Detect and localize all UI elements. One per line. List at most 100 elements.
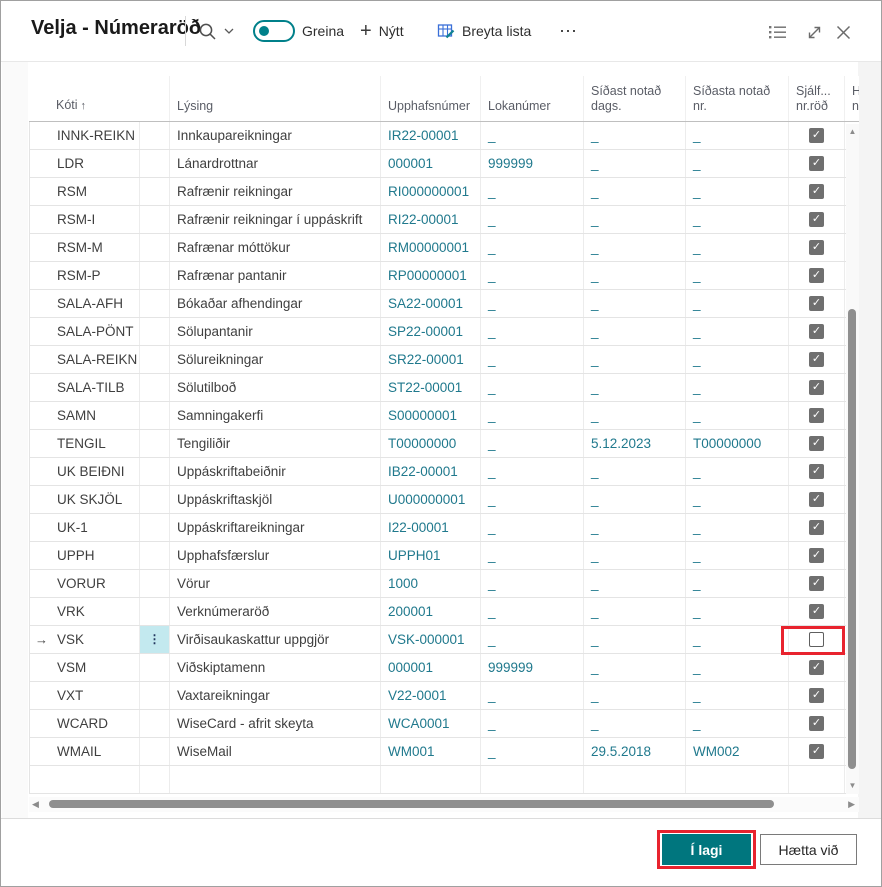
- cell-default-nos[interactable]: ✓: [789, 206, 845, 233]
- cancel-button[interactable]: Hætta við: [760, 834, 857, 865]
- cell-starting-no[interactable]: ST22-00001: [381, 374, 481, 401]
- cell-last-no-used[interactable]: _: [686, 206, 789, 233]
- cell-description[interactable]: Samningakerfi: [170, 402, 381, 429]
- table-row[interactable]: UK BEIÐNIUppáskriftabeiðnirIB22-00001___…: [29, 458, 859, 486]
- edit-list-button[interactable]: Breyta lista: [437, 1, 531, 61]
- cell-code[interactable]: SALA-PÖNT: [30, 318, 140, 345]
- cell-last-no-used[interactable]: _: [686, 542, 789, 569]
- checkbox-checked-icon[interactable]: ✓: [809, 352, 824, 367]
- cell-code[interactable]: VXT: [30, 682, 140, 709]
- cell-code[interactable]: RSM-M: [30, 234, 140, 261]
- cell-code[interactable]: [30, 766, 140, 793]
- scroll-right-icon[interactable]: ▶: [848, 798, 855, 811]
- analyze-toggle-group[interactable]: Greina: [253, 1, 344, 61]
- cell-description[interactable]: Virðisaukaskattur uppgjör: [170, 626, 381, 653]
- cell-description[interactable]: Verknúmeraröð: [170, 598, 381, 625]
- cell-default-nos[interactable]: ✓: [789, 290, 845, 317]
- table-row[interactable]: VSMViðskiptamenn000001999999__✓: [29, 654, 859, 682]
- table-row[interactable]: VORURVörur1000___✓: [29, 570, 859, 598]
- cell-description[interactable]: WiseCard - afrit skeyta: [170, 710, 381, 737]
- table-row[interactable]: WCARDWiseCard - afrit skeytaWCA0001___✓: [29, 710, 859, 738]
- checkbox-checked-icon[interactable]: ✓: [809, 520, 824, 535]
- cell-last-no-used[interactable]: _: [686, 346, 789, 373]
- cell-description[interactable]: Sölupantanir: [170, 318, 381, 345]
- cell-starting-no[interactable]: 1000: [381, 570, 481, 597]
- row-options-cell[interactable]: [140, 234, 170, 261]
- cell-last-no-used[interactable]: _: [686, 178, 789, 205]
- table-row[interactable]: VXTVaxtareikningarV22-0001___✓: [29, 682, 859, 710]
- row-options-cell[interactable]: [140, 570, 170, 597]
- cell-last-no-used[interactable]: T00000000: [686, 430, 789, 457]
- table-row[interactable]: UK SKJÖLUppáskriftaskjölU000000001___✓: [29, 486, 859, 514]
- cell-description[interactable]: Rafrænar pantanir: [170, 262, 381, 289]
- cell-starting-no[interactable]: I22-00001: [381, 514, 481, 541]
- cell-ending-no[interactable]: _: [481, 206, 584, 233]
- cell-default-nos[interactable]: ✓: [789, 318, 845, 345]
- checkbox-checked-icon[interactable]: ✓: [809, 324, 824, 339]
- cell-last-date-used[interactable]: _: [584, 346, 686, 373]
- cell-last-no-used[interactable]: _: [686, 570, 789, 597]
- cell-default-nos[interactable]: ✓: [789, 654, 845, 681]
- cell-starting-no[interactable]: UPPH01: [381, 542, 481, 569]
- checkbox-checked-icon[interactable]: ✓: [809, 184, 824, 199]
- cell-last-date-used[interactable]: _: [584, 262, 686, 289]
- row-options-cell[interactable]: [140, 346, 170, 373]
- cell-ending-no[interactable]: _: [481, 290, 584, 317]
- horizontal-scrollbar[interactable]: ◀ ▶: [29, 797, 859, 812]
- cell-default-nos[interactable]: ✓: [789, 542, 845, 569]
- cell-code[interactable]: RSM: [30, 178, 140, 205]
- row-options-cell[interactable]: [140, 738, 170, 765]
- checkbox-checked-icon[interactable]: ✓: [809, 156, 824, 171]
- checkbox-checked-icon[interactable]: ✓: [809, 240, 824, 255]
- table-row[interactable]: VSK→⋮Virðisaukaskattur uppgjörVSK-000001…: [29, 626, 859, 654]
- cell-last-date-used[interactable]: _: [584, 206, 686, 233]
- row-options-cell[interactable]: [140, 514, 170, 541]
- cell-default-nos[interactable]: ✓: [789, 682, 845, 709]
- cell-code[interactable]: WCARD: [30, 710, 140, 737]
- checkbox-checked-icon[interactable]: ✓: [809, 380, 824, 395]
- cell-description[interactable]: Sölutilboð: [170, 374, 381, 401]
- checkbox-checked-icon[interactable]: ✓: [809, 408, 824, 423]
- cell-code[interactable]: INNK-REIKN: [30, 122, 140, 149]
- cell-last-date-used[interactable]: _: [584, 598, 686, 625]
- cell-default-nos[interactable]: ✓: [789, 346, 845, 373]
- cell-last-no-used[interactable]: _: [686, 374, 789, 401]
- cell-starting-no[interactable]: WCA0001: [381, 710, 481, 737]
- cell-last-date-used[interactable]: _: [584, 150, 686, 177]
- cell-code[interactable]: VSK→: [30, 626, 140, 653]
- checkbox-checked-icon[interactable]: ✓: [809, 660, 824, 675]
- table-row[interactable]: WMAILWiseMailWM001_29.5.2018WM002✓: [29, 738, 859, 766]
- row-options-cell[interactable]: [140, 710, 170, 737]
- cell-ending-no[interactable]: _: [481, 262, 584, 289]
- cell-default-nos[interactable]: ✓: [789, 402, 845, 429]
- cell-starting-no[interactable]: RI22-00001: [381, 206, 481, 233]
- cell-last-no-used[interactable]: _: [686, 262, 789, 289]
- cell-default-nos[interactable]: ✓: [789, 514, 845, 541]
- table-row[interactable]: RSMRafrænir reikningarRI000000001___✓: [29, 178, 859, 206]
- cell-code[interactable]: UK SKJÖL: [30, 486, 140, 513]
- column-header-default-nos[interactable]: Sjálf... nr.röð: [789, 76, 845, 121]
- cell-ending-no[interactable]: _: [481, 122, 584, 149]
- cell-last-date-used[interactable]: _: [584, 122, 686, 149]
- cell-starting-no[interactable]: IR22-00001: [381, 122, 481, 149]
- cell-description[interactable]: Rafrænir reikningar í uppáskrift: [170, 206, 381, 233]
- cell-code[interactable]: RSM-P: [30, 262, 140, 289]
- cell-ending-no[interactable]: 999999: [481, 150, 584, 177]
- checkbox-checked-icon[interactable]: ✓: [809, 128, 824, 143]
- checkbox-checked-icon[interactable]: ✓: [809, 212, 824, 227]
- scroll-up-icon[interactable]: ▲: [846, 126, 859, 138]
- cell-description[interactable]: WiseMail: [170, 738, 381, 765]
- cell-starting-no[interactable]: SP22-00001: [381, 318, 481, 345]
- checkbox-checked-icon[interactable]: ✓: [809, 744, 824, 759]
- cell-last-date-used[interactable]: 29.5.2018: [584, 738, 686, 765]
- cell-default-nos[interactable]: ✓: [789, 738, 845, 765]
- row-options-cell[interactable]: [140, 262, 170, 289]
- cell-description[interactable]: Upphafsfærslur: [170, 542, 381, 569]
- cell-code[interactable]: SALA-REIKN: [30, 346, 140, 373]
- cell-last-date-used[interactable]: _: [584, 570, 686, 597]
- cell-last-date-used[interactable]: 5.12.2023: [584, 430, 686, 457]
- table-row[interactable]: SALA-REIKNSölureikningarSR22-00001___✓: [29, 346, 859, 374]
- cell-ending-no[interactable]: _: [481, 514, 584, 541]
- table-row[interactable]: SALA-AFHBókaðar afhendingarSA22-00001___…: [29, 290, 859, 318]
- cell-default-nos[interactable]: [789, 626, 845, 653]
